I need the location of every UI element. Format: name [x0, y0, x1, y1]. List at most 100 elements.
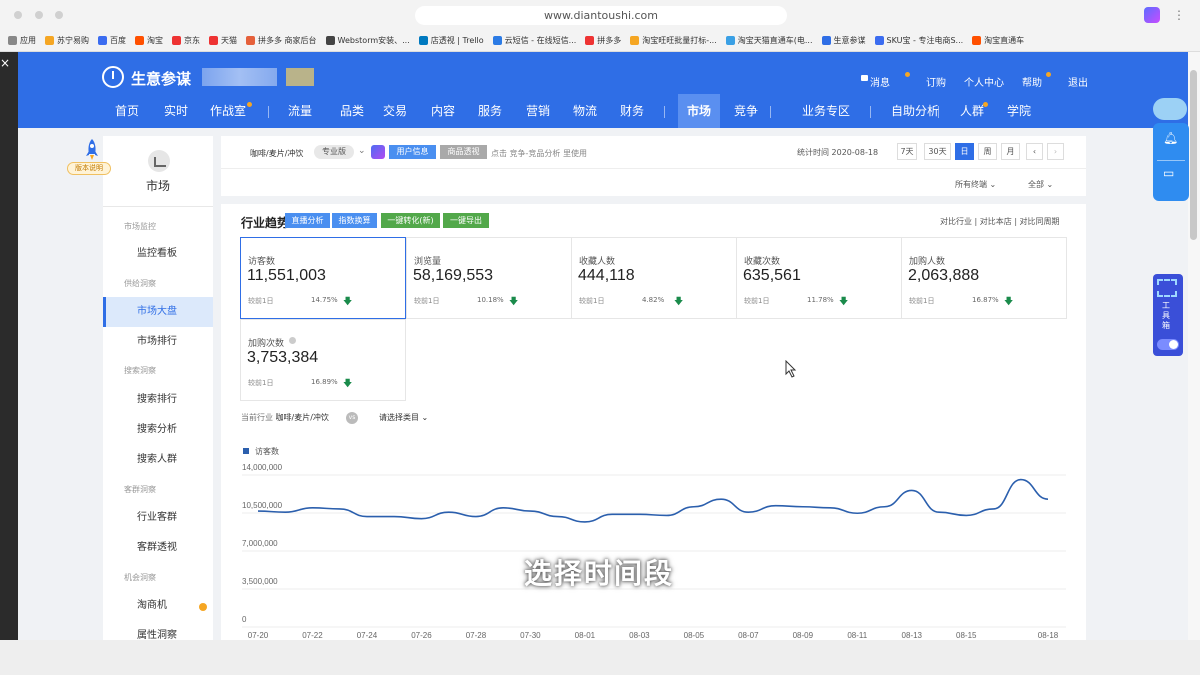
sidebar-item[interactable]: 淘商机	[103, 591, 213, 621]
bookmark-item[interactable]: 百度	[98, 35, 126, 46]
trend-button-1[interactable]: 指数换算	[332, 213, 377, 228]
trend-button-0[interactable]: 直播分析	[285, 213, 330, 228]
nav-new-dot	[983, 102, 988, 107]
window-zoom-dot[interactable]	[55, 11, 63, 19]
bookmark-item[interactable]: 生意参谋	[821, 35, 866, 46]
nav-item-6[interactable]: 内容	[431, 102, 455, 119]
industry-selector[interactable]: 咖啡/麦片/冲饮	[250, 148, 303, 159]
nav-item-7[interactable]: 服务	[478, 102, 502, 119]
bookmark-item[interactable]: 店透视 | Trello	[418, 35, 484, 46]
nav-item-14[interactable]: 自助分析	[891, 102, 939, 119]
bookmark-item[interactable]: 淘宝	[135, 35, 163, 46]
top-link-4[interactable]: 退出	[1068, 74, 1088, 89]
nav-item-8[interactable]: 营销	[526, 102, 550, 119]
period-button[interactable]: 周	[978, 143, 997, 160]
nav-item-12[interactable]: 竞争	[734, 102, 758, 119]
bookmark-item[interactable]: SKU宝 - 专注电商S...	[874, 35, 963, 46]
bookmark-label: 生意参谋	[833, 36, 866, 45]
top-link-1[interactable]: 订购	[926, 74, 946, 89]
legend-label[interactable]: 访客数	[255, 446, 279, 456]
nav-item-13[interactable]: 业务专区	[802, 102, 850, 119]
terminal-select[interactable]: 所有终端 ⌄	[955, 179, 996, 190]
x-tick-label: 08-05	[684, 631, 705, 640]
extension-icon[interactable]	[1144, 7, 1160, 23]
bookmark-item[interactable]: 京东	[172, 35, 200, 46]
sidebar-item[interactable]: 客群透视	[103, 533, 213, 563]
top-link-0[interactable]: 消息	[870, 74, 890, 89]
bookmark-item[interactable]: 淘宝天猫直通车(电...	[725, 35, 813, 46]
prev-date-button[interactable]: ‹	[1026, 143, 1043, 160]
cloud-icon[interactable]	[1153, 98, 1187, 120]
metric-card[interactable]: 加购人数 2,063,888 较前1日 16.87% 🡇	[901, 237, 1067, 319]
bookmark-item[interactable]: 拼多多	[585, 35, 621, 46]
goods-insight-button[interactable]: 商品透视	[440, 145, 487, 159]
close-icon[interactable]: ×	[0, 56, 10, 70]
user-info-button[interactable]: 用户信息	[389, 145, 436, 159]
edition-badge[interactable]: 专业版	[314, 145, 354, 159]
metric-card[interactable]: 加购次数 3,753,384 较前1日 16.89% 🡇	[240, 319, 406, 401]
version-notes-tag[interactable]: 版本说明	[67, 162, 111, 175]
compare-links[interactable]: 对比行业 | 对比本店 | 对比同周期	[940, 216, 1060, 227]
trend-button-3[interactable]: 一键导出	[443, 213, 489, 228]
metric-label: 访客数	[248, 257, 276, 267]
metric-card[interactable]: 访客数 11,551,003 较前1日 14.75% 🡇	[240, 237, 406, 319]
bookmark-item[interactable]: 淘宝旺旺批量打标-...	[630, 35, 717, 46]
bookmark-item[interactable]: 苏宁易购	[45, 35, 89, 46]
nav-item-5[interactable]: 交易	[383, 102, 407, 119]
window-minimize-dot[interactable]	[35, 11, 43, 19]
bookmark-icon	[325, 36, 335, 45]
next-date-button[interactable]: ›	[1047, 143, 1064, 160]
sidebar-item[interactable]: 监控看板	[103, 239, 213, 269]
sidebar-item[interactable]: 市场大盘	[103, 297, 213, 327]
metric-card[interactable]: 浏览量 58,169,553 较前1日 10.18% 🡇	[406, 237, 572, 319]
period-button[interactable]: 月	[1001, 143, 1020, 160]
nav-item-10[interactable]: 财务	[620, 102, 644, 119]
top-link-3[interactable]: 帮助	[1022, 74, 1042, 89]
nav-item-4[interactable]: 品类	[340, 102, 364, 119]
nav-item-2[interactable]: 作战室	[210, 102, 246, 119]
chevron-down-icon[interactable]: ⌄	[358, 146, 366, 156]
bookmark-item[interactable]: 云短信 - 在线短信...	[492, 35, 576, 46]
nav-item-1[interactable]: 实时	[164, 102, 188, 119]
nav-item-9[interactable]: 物流	[573, 102, 597, 119]
menu-icon[interactable]: ⋮	[1173, 8, 1187, 22]
toolbox-toggle[interactable]	[1157, 339, 1179, 350]
bookmark-item[interactable]: 淘宝直通车	[972, 35, 1024, 46]
bookmark-item[interactable]: 应用	[8, 35, 36, 46]
plugin-icon[interactable]	[371, 145, 385, 159]
nav-item-3[interactable]: 流量	[288, 102, 312, 119]
bookmark-item[interactable]: 拼多多 商家后台	[246, 35, 317, 46]
window-close-dot[interactable]	[14, 11, 22, 19]
brand-name[interactable]: 生意参谋	[131, 68, 191, 89]
sidebar-item[interactable]: 行业客群	[103, 503, 213, 533]
nav-item-0[interactable]: 首页	[115, 102, 139, 119]
sidebar-item[interactable]: 搜索人群	[103, 445, 213, 475]
trend-title: 行业趋势	[241, 216, 290, 230]
period-button[interactable]: 日	[955, 143, 974, 160]
divider	[870, 106, 871, 118]
address-bar[interactable]: www.diantoushi.com	[415, 6, 787, 25]
series-line-visitors[interactable]	[257, 478, 1049, 523]
nav-item-15[interactable]: 人群	[960, 102, 984, 119]
category-select[interactable]: 请选择类目 ⌄	[379, 412, 428, 423]
metric-card[interactable]: 收藏人数 444,118 较前1日 4.82% 🡇	[571, 237, 737, 319]
sidebar-item[interactable]: 搜索排行	[103, 385, 213, 415]
period-button[interactable]: 30天	[924, 143, 951, 160]
chat-icon[interactable]: ▭	[1163, 166, 1174, 180]
bookmark-item[interactable]: Webstorm安装、...	[325, 35, 410, 46]
divider	[1157, 160, 1185, 161]
trend-button-2[interactable]: 一键转化(新)	[381, 213, 440, 228]
top-link-2[interactable]: 个人中心	[964, 74, 1004, 89]
scrollbar-thumb[interactable]	[1190, 70, 1197, 240]
period-button[interactable]: 7天	[897, 143, 917, 160]
nav-item-11[interactable]: 市场	[687, 102, 711, 119]
rocket-icon[interactable]	[82, 138, 102, 162]
scope-select[interactable]: 全部 ⌄	[1028, 179, 1053, 190]
nav-item-16[interactable]: 学院	[1007, 102, 1031, 119]
bookmark-item[interactable]: 天猫	[209, 35, 237, 46]
bell-icon[interactable]: 🔔︎	[1163, 131, 1178, 145]
metric-card[interactable]: 收藏次数 635,561 较前1日 11.78% 🡇	[736, 237, 902, 319]
sidebar-item[interactable]: 市场排行	[103, 327, 213, 357]
trend-chart[interactable]: 访客数 14,000,000 10,500,000 7,000,000 3,500,00…	[236, 440, 1076, 640]
sidebar-item[interactable]: 搜索分析	[103, 415, 213, 445]
